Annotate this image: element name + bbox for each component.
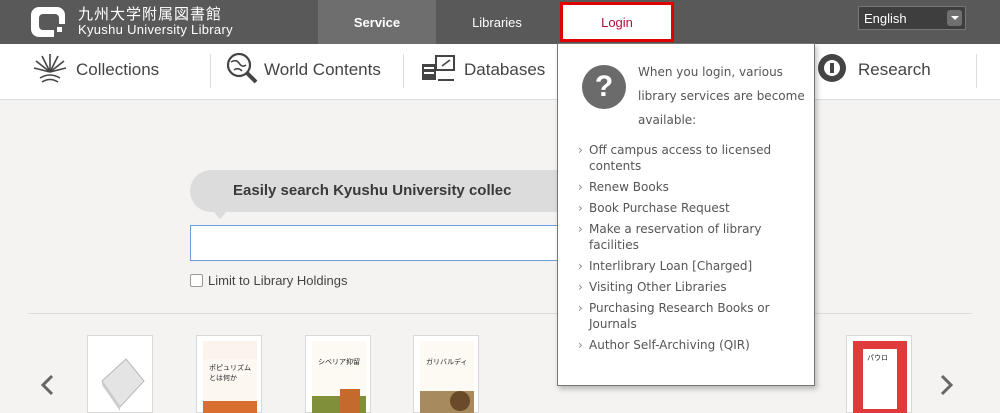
limit-holdings-label: Limit to Library Holdings: [208, 273, 348, 288]
menu-item-collections[interactable]: Collections: [32, 44, 159, 96]
no-cover-book-icon: [94, 341, 148, 413]
book-title: パウロ: [867, 354, 888, 362]
language-select[interactable]: English: [858, 6, 966, 30]
book-item[interactable]: [87, 335, 153, 413]
book-cover-image: パウロ: [853, 341, 907, 413]
login-dropdown: ? When you login, various library servic…: [557, 43, 815, 386]
menu-item-research[interactable]: Research: [814, 44, 931, 96]
list-item[interactable]: Book Purchase Request: [578, 200, 803, 216]
menu-label-collections: Collections: [76, 60, 160, 79]
menu-label-databases: Databases: [464, 60, 546, 79]
list-item[interactable]: Make a reservation of library facilities: [578, 221, 803, 253]
book-title: ガリバルディ: [426, 358, 468, 366]
login-intro-text: When you login, various library services…: [638, 65, 805, 127]
book-cover-image: シベリア抑留: [312, 341, 366, 413]
menu-item-world-contents[interactable]: World Contents: [224, 44, 381, 96]
chevron-right-icon: [940, 374, 954, 396]
menu-label-world-contents: World Contents: [264, 60, 381, 79]
limit-holdings-option[interactable]: Limit to Library Holdings: [190, 273, 347, 288]
top-bar: 九州大学附属図書館 Kyushu University Library Serv…: [0, 0, 1000, 44]
nav-tab-login[interactable]: Login: [560, 2, 674, 42]
library-logo[interactable]: 九州大学附属図書館 Kyushu University Library: [30, 4, 233, 40]
world-contents-icon: [224, 50, 260, 90]
chevron-down-icon: [947, 10, 962, 26]
book-cover-image: ガリバルディ: [420, 341, 474, 413]
main-menu: Collections World Contents Databases Res…: [0, 44, 1000, 100]
book-item[interactable]: パウロ: [846, 335, 912, 413]
research-icon: [814, 50, 850, 90]
section-divider: [28, 313, 972, 314]
book-item[interactable]: シベリア抑留: [305, 335, 371, 413]
collections-icon: [32, 50, 68, 90]
nav-tab-libraries[interactable]: Libraries: [437, 0, 557, 44]
search-prompt-text: Easily search Kyushu University collec: [233, 182, 512, 199]
library-logo-icon: [30, 6, 66, 38]
menu-item-databases[interactable]: Databases: [420, 44, 545, 96]
menu-label-research: Research: [858, 60, 931, 79]
list-item[interactable]: Renew Books: [578, 179, 803, 195]
list-item[interactable]: Visiting Other Libraries: [578, 279, 803, 295]
carousel-next-button[interactable]: [940, 374, 954, 396]
menu-divider: [210, 54, 211, 88]
limit-holdings-checkbox[interactable]: [190, 274, 203, 287]
list-item[interactable]: Interlibrary Loan [Charged]: [578, 258, 803, 274]
book-title: シベリア抑留: [318, 358, 360, 366]
search-prompt-bubble: Easily search Kyushu University collec: [190, 170, 590, 219]
search-input[interactable]: [190, 225, 570, 261]
book-title: ポピュリズムとは何か: [209, 364, 251, 382]
chevron-left-icon: [40, 374, 54, 396]
menu-divider: [976, 54, 977, 88]
menu-divider: [403, 54, 404, 88]
question-icon: ?: [582, 65, 626, 109]
list-item[interactable]: Purchasing Research Books or Journals: [578, 300, 803, 332]
list-item[interactable]: Author Self-Archiving (QIR): [578, 337, 803, 353]
book-cover-image: ポピュリズムとは何か: [203, 341, 257, 413]
databases-icon: [420, 50, 456, 90]
logo-title-en: Kyushu University Library: [78, 22, 233, 38]
carousel-prev-button[interactable]: [40, 374, 54, 396]
book-item[interactable]: ガリバルディ: [413, 335, 479, 413]
list-item[interactable]: Off campus access to licensed contents: [578, 142, 803, 174]
language-select-value: English: [864, 11, 907, 26]
nav-tab-service[interactable]: Service: [318, 0, 436, 44]
book-item[interactable]: ポピュリズムとは何か: [196, 335, 262, 413]
login-services-list: Off campus access to licensed contents R…: [578, 142, 803, 358]
logo-title-ja: 九州大学附属図書館: [78, 4, 223, 23]
